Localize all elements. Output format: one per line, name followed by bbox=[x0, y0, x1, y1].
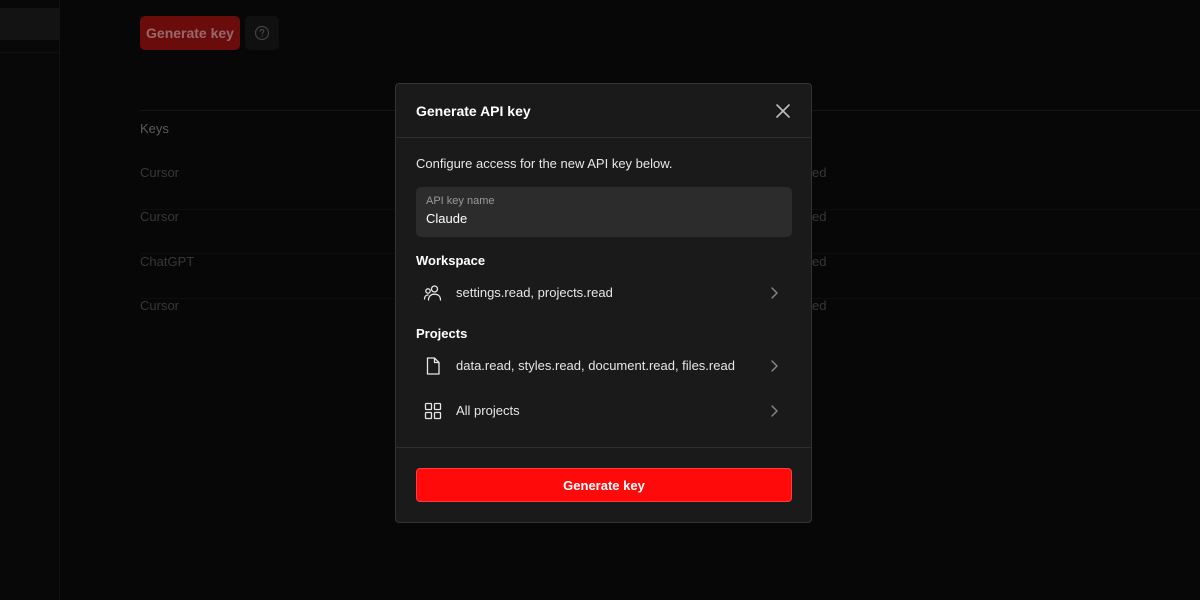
workspace-permissions-label: settings.read, projects.read bbox=[456, 285, 613, 300]
project-scope-label: All projects bbox=[456, 403, 520, 418]
modal-title: Generate API key bbox=[416, 103, 531, 119]
api-key-name-field[interactable]: API key name bbox=[416, 187, 792, 237]
project-permissions-label: data.read, styles.read, document.read, f… bbox=[456, 358, 735, 373]
generate-key-button[interactable]: Generate key bbox=[416, 468, 792, 502]
workspace-section-title: Workspace bbox=[416, 253, 486, 268]
project-scope-row[interactable]: All projects bbox=[416, 393, 792, 429]
workspace-permissions-row[interactable]: settings.read, projects.read bbox=[416, 275, 792, 311]
generate-api-key-modal: Generate API key Configure access for th… bbox=[395, 83, 812, 523]
grid-icon bbox=[424, 402, 442, 420]
api-key-name-label: API key name bbox=[426, 195, 495, 207]
users-icon bbox=[423, 285, 442, 301]
close-icon[interactable] bbox=[773, 101, 793, 121]
api-key-name-input[interactable] bbox=[426, 211, 776, 226]
projects-section-title: Projects bbox=[416, 326, 468, 341]
document-icon bbox=[426, 357, 440, 375]
chevron-right-icon bbox=[771, 360, 778, 372]
chevron-right-icon bbox=[771, 287, 778, 299]
modal-header: Generate API key bbox=[396, 84, 811, 138]
project-permissions-row[interactable]: data.read, styles.read, document.read, f… bbox=[416, 348, 792, 384]
modal-intro-text: Configure access for the new API key bel… bbox=[416, 156, 673, 171]
chevron-right-icon bbox=[771, 405, 778, 417]
modal-footer-divider bbox=[396, 447, 811, 448]
